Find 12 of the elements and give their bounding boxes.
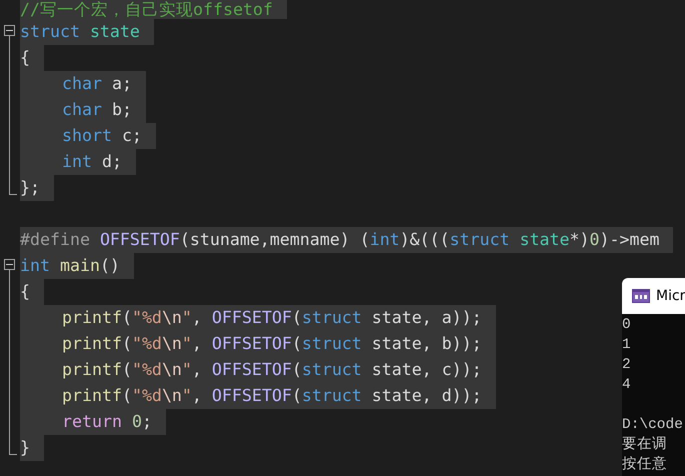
console-output: 2 <box>622 357 631 373</box>
fold-end-mark <box>9 454 17 455</box>
console-output: 4 <box>622 377 631 393</box>
collapse-icon[interactable] <box>4 25 15 36</box>
console-output: 0 <box>622 317 631 333</box>
console-output: D:\code <box>622 417 683 433</box>
console-output: 1 <box>622 337 631 353</box>
console-output: 按任意 <box>622 457 667 473</box>
fold-end-mark <box>9 194 17 195</box>
console-app-icon <box>632 289 650 303</box>
console-output: 要在调 <box>622 437 667 453</box>
collapse-icon[interactable] <box>4 259 15 270</box>
